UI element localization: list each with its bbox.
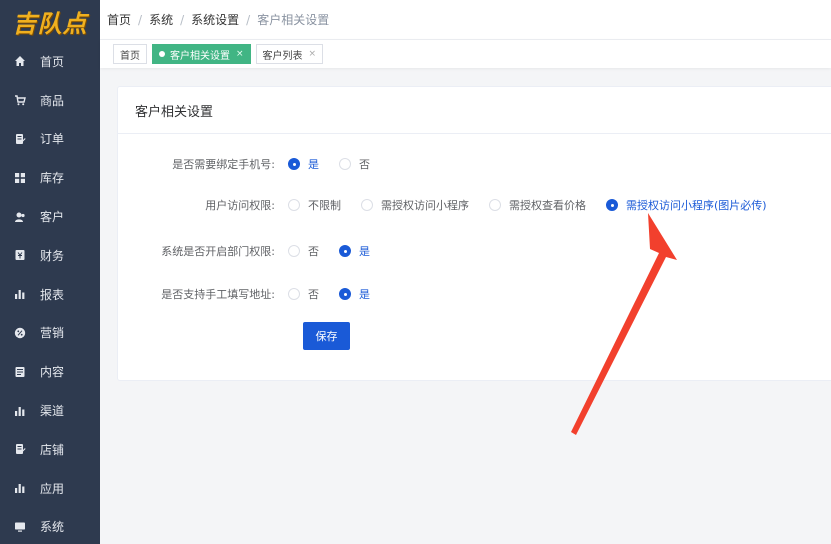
breadcrumb: 首页 / 系统 / 系统设置 / 客户相关设置 (100, 0, 831, 40)
form-row-label: 用户访问权限: (205, 199, 275, 212)
annotation-arrow (571, 213, 677, 435)
radio-option[interactable]: 是 (288, 156, 319, 172)
radio-label: 否 (359, 158, 370, 171)
sidebar-item-label: 系统 (40, 520, 65, 535)
sidebar-item-8[interactable]: 内容 (0, 352, 100, 391)
sidebar-item-label: 库存 (40, 171, 65, 186)
radio-option[interactable]: 是 (339, 243, 370, 259)
radio-label: 需授权访问小程序 (381, 199, 469, 212)
radio-unchecked-icon[interactable] (288, 199, 300, 211)
tab[interactable]: 首页 (113, 44, 147, 64)
tab-label: 客户相关设置 (170, 50, 230, 62)
form-row: 是否需要绑定手机号: 是 否 (118, 154, 390, 174)
sidebar-item-11[interactable]: 应用 (0, 469, 100, 508)
radio-label: 是 (359, 288, 370, 301)
radio-option[interactable]: 需授权访问小程序 (361, 197, 469, 213)
form-row: 系统是否开启部门权限: 否 是 (118, 241, 390, 261)
sidebar-item-label: 首页 (40, 54, 65, 69)
brand-logo[interactable]: 吉队点 (0, 0, 100, 42)
sidebar-item-6[interactable]: 报表 (0, 275, 100, 314)
sidebar-item-label: 财务 (40, 248, 65, 263)
radio-label: 否 (308, 245, 319, 258)
sidebar-item-label: 商品 (40, 93, 65, 108)
form-row-label: 系统是否开启部门权限: (161, 245, 275, 258)
order-icon (14, 133, 26, 145)
sidebar: 吉队点 首页商品订单库存客户财务报表营销内容渠道店铺应用系统 (0, 0, 100, 544)
sidebar-item-5[interactable]: 财务 (0, 236, 100, 275)
radio-unchecked-icon[interactable] (489, 199, 501, 211)
page-tabs-bar: 首页 客户相关设置 × 客户列表 × (100, 40, 831, 68)
home-icon (14, 55, 26, 67)
sidebar-menu: 首页商品订单库存客户财务报表营销内容渠道店铺应用系统 (0, 42, 100, 544)
sidebar-item-1[interactable]: 商品 (0, 81, 100, 120)
finance-icon (14, 249, 26, 261)
sidebar-item-label: 应用 (40, 481, 65, 496)
form-row: 是否支持手工填写地址: 否 是 (118, 284, 390, 304)
sidebar-item-label: 营销 (40, 326, 65, 341)
radio-unchecked-icon[interactable] (361, 199, 373, 211)
radio-option[interactable]: 否 (339, 156, 370, 172)
breadcrumb-separator: / (180, 12, 185, 27)
sidebar-item-3[interactable]: 库存 (0, 158, 100, 197)
form-row-label: 是否支持手工填写地址: (161, 288, 275, 301)
sidebar-item-label: 渠道 (40, 404, 65, 419)
logo-text: 吉队点 (12, 8, 88, 38)
breadcrumb-home[interactable]: 首页 (107, 11, 131, 28)
cart-icon (14, 94, 26, 106)
radio-label: 否 (308, 288, 319, 301)
tab-close-icon[interactable]: × (309, 49, 317, 59)
breadcrumb-current: 客户相关设置 (257, 13, 330, 27)
sidebar-item-10[interactable]: 店铺 (0, 430, 100, 469)
radio-unchecked-icon[interactable] (339, 158, 351, 170)
sidebar-item-4[interactable]: 客户 (0, 197, 100, 236)
grid-icon (14, 172, 26, 184)
tab-label: 客户列表 (262, 50, 303, 62)
percent-icon (14, 327, 26, 339)
form-row-label: 是否需要绑定手机号: (172, 158, 275, 171)
breadcrumb-separator: / (246, 12, 251, 27)
radio-option[interactable]: 否 (288, 243, 319, 259)
radio-label: 是 (359, 245, 370, 258)
radio-option[interactable]: 否 (288, 286, 319, 302)
radio-unchecked-icon[interactable] (288, 288, 300, 300)
monitor-icon (14, 521, 26, 533)
radio-label: 是 (308, 158, 319, 171)
store-icon (14, 443, 26, 455)
tab-close-icon[interactable]: × (236, 49, 244, 59)
sidebar-item-label: 店铺 (40, 442, 65, 457)
sidebar-item-2[interactable]: 订单 (0, 120, 100, 159)
radio-checked-icon[interactable] (288, 158, 300, 170)
radio-unchecked-icon[interactable] (288, 245, 300, 257)
radio-checked-icon[interactable] (339, 245, 351, 257)
breadcrumb-system[interactable]: 系统 (149, 11, 173, 28)
sidebar-item-7[interactable]: 营销 (0, 314, 100, 353)
radio-option[interactable]: 不限制 (288, 197, 341, 213)
card-title: 客户相关设置 (118, 87, 831, 134)
settings-card: 客户相关设置 是否需要绑定手机号: 是否用户访问权限: 不限制 需授权访问小程序 需授权… (117, 86, 831, 381)
sidebar-item-label: 订单 (40, 132, 65, 147)
annotation-arrow-shape (571, 213, 677, 435)
tab-label: 首页 (120, 50, 140, 62)
sidebar-item-12[interactable]: 系统 (0, 508, 100, 544)
tab[interactable]: 客户列表 × (255, 44, 324, 64)
radio-checked-icon[interactable] (339, 288, 351, 300)
bar-chart-icon (14, 482, 26, 494)
bar-chart-icon (14, 405, 26, 417)
radio-label: 不限制 (308, 199, 341, 212)
radio-option[interactable]: 是 (339, 286, 370, 302)
sidebar-item-label: 客户 (40, 210, 65, 225)
user-icon (14, 211, 26, 223)
breadcrumb-system-settings[interactable]: 系统设置 (191, 11, 239, 28)
document-icon (14, 366, 26, 378)
breadcrumb-separator: / (138, 12, 143, 27)
sidebar-item-label: 内容 (40, 365, 65, 380)
save-button[interactable]: 保存 (303, 322, 350, 350)
sidebar-item-label: 报表 (40, 287, 65, 302)
bar-chart-icon (14, 288, 26, 300)
active-dot-icon (159, 51, 165, 57)
sidebar-item-9[interactable]: 渠道 (0, 391, 100, 430)
sidebar-item-0[interactable]: 首页 (0, 42, 100, 81)
tab-active[interactable]: 客户相关设置 × (152, 44, 251, 64)
